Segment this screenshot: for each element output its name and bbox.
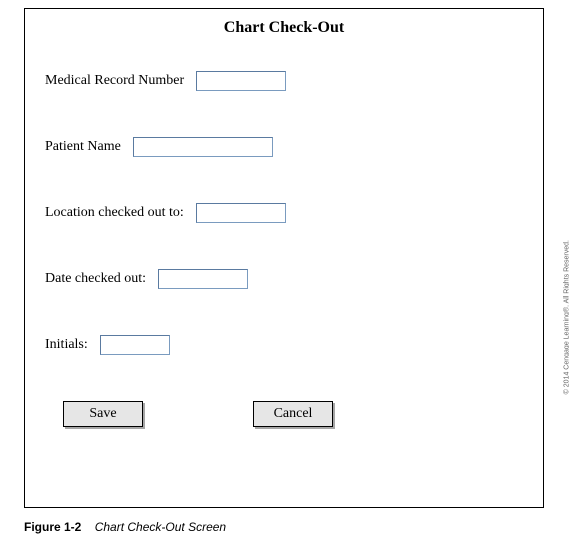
input-location[interactable] xyxy=(196,203,286,223)
field-row-date: Date checked out: xyxy=(45,269,523,289)
page-title: Chart Check-Out xyxy=(45,19,523,37)
cancel-button[interactable]: Cancel xyxy=(253,401,333,427)
form-frame: Chart Check-Out Medical Record Number Pa… xyxy=(24,8,544,508)
label-date: Date checked out: xyxy=(45,271,146,287)
field-row-location: Location checked out to: xyxy=(45,203,523,223)
input-patient-name[interactable] xyxy=(133,137,273,157)
field-row-mrn: Medical Record Number xyxy=(45,71,523,91)
input-initials[interactable] xyxy=(100,335,170,355)
label-mrn: Medical Record Number xyxy=(45,73,184,89)
label-initials: Initials: xyxy=(45,337,88,353)
input-mrn[interactable] xyxy=(196,71,286,91)
label-patient-name: Patient Name xyxy=(45,139,121,155)
figure-title: Chart Check-Out Screen xyxy=(95,520,226,534)
input-date[interactable] xyxy=(158,269,248,289)
field-row-patient-name: Patient Name xyxy=(45,137,523,157)
copyright-text: © 2014 Cengage Learning®. All Rights Res… xyxy=(563,240,569,394)
figure-number: Figure 1-2 xyxy=(24,520,81,534)
save-button[interactable]: Save xyxy=(63,401,143,427)
label-location: Location checked out to: xyxy=(45,205,184,221)
button-row: Save Cancel xyxy=(45,401,523,427)
figure-caption: Figure 1-2 Chart Check-Out Screen xyxy=(24,520,226,534)
field-row-initials: Initials: xyxy=(45,335,523,355)
